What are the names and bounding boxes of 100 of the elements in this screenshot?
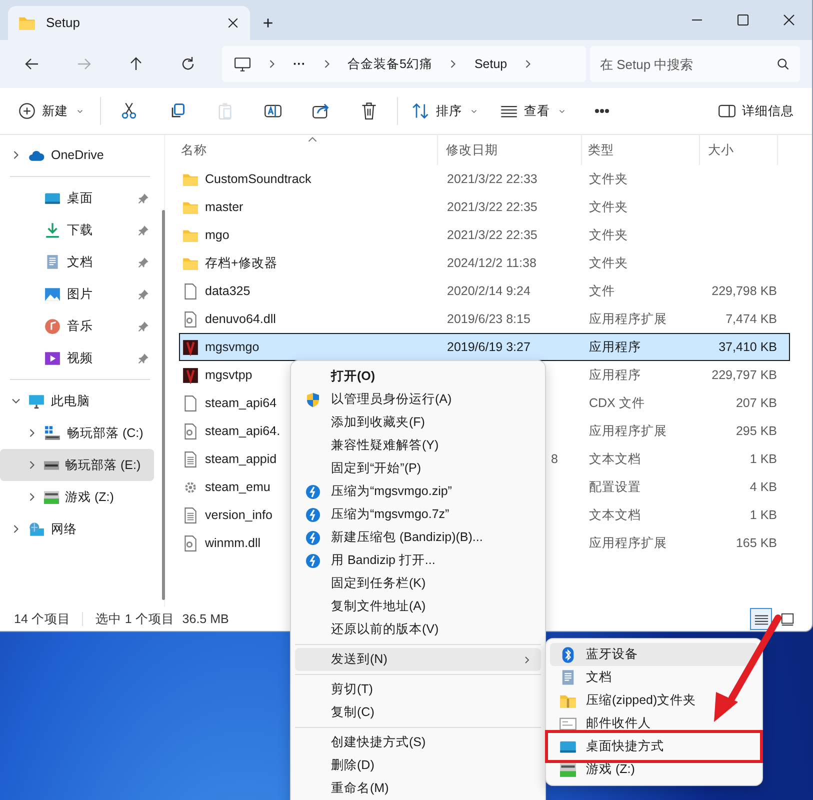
drive-icon	[44, 460, 59, 470]
sidebar-item[interactable]: 畅玩部落 (E:)	[0, 449, 154, 481]
back-icon[interactable]	[24, 56, 40, 72]
menu-item[interactable]: 游戏 (Z:)	[550, 758, 643, 781]
monitor-icon[interactable]	[234, 56, 251, 72]
menu-item[interactable]: 压缩为“mgsvmgo.zip”	[295, 480, 541, 503]
menu-item[interactable]: 发送到(N)	[295, 648, 541, 671]
file-type: CDX 文件	[589, 396, 645, 410]
search-icon	[776, 57, 790, 71]
file-type: 文本文档	[589, 452, 641, 466]
scrollbar-thumb[interactable]	[162, 210, 165, 600]
file-name: 存档+修改器	[205, 254, 278, 272]
up-arrow-icon[interactable]	[128, 56, 144, 72]
menu-item[interactable]: 复制(C)	[295, 701, 541, 724]
menu-item[interactable]: 压缩为“mgsvmgo.7z”	[295, 503, 541, 526]
menu-item[interactable]: 固定到任务栏(K)	[295, 572, 541, 595]
sort-button[interactable]: 排序	[402, 94, 490, 128]
file-size: 229,798 KB	[712, 284, 777, 298]
text-file-icon	[182, 506, 199, 524]
tiles-icon	[780, 612, 794, 626]
column-header[interactable]: 修改日期	[438, 135, 582, 165]
network-icon	[28, 520, 45, 538]
window-tab[interactable]: Setup	[8, 6, 250, 40]
menu-item[interactable]: 新建压缩包 (Bandizip)(B)...	[295, 526, 541, 549]
menu-item[interactable]: 删除(D)	[295, 754, 541, 777]
modified-date: 2019/6/23 8:15	[447, 312, 530, 326]
details-view-button[interactable]	[750, 608, 772, 630]
breadcrumb[interactable]: 合金装备5幻痛	[348, 54, 432, 74]
clipboard-icon	[216, 102, 234, 120]
file-size: 37,410 KB	[718, 340, 777, 354]
menu-item[interactable]: 文档	[550, 666, 620, 689]
tab-title: Setup	[46, 14, 81, 32]
file-name: mgsvmgo	[205, 338, 260, 356]
text-file-icon	[182, 450, 199, 468]
menu-item[interactable]: 邮件收件人	[550, 712, 659, 735]
close-icon[interactable]	[781, 12, 797, 28]
modified-date: 2019/6/19 3:27	[447, 340, 530, 354]
modified-date: 8	[551, 452, 558, 466]
app-icon	[182, 366, 199, 384]
sidebar-item[interactable]: 图片	[0, 278, 154, 310]
details-pane-icon	[718, 102, 736, 120]
plus-icon	[18, 102, 36, 120]
sidebar-item[interactable]: 下载	[0, 214, 154, 246]
file-type: 应用程序扩展	[589, 536, 667, 550]
close-icon[interactable]	[226, 16, 240, 30]
selected-file-row[interactable]: mgsvmgo 2019/6/19 3:27 应用程序 37,410 KB	[179, 333, 790, 361]
file-name: steam_appid	[205, 450, 277, 468]
details-button[interactable]: 详细信息	[708, 94, 804, 128]
column-header[interactable]: 名称	[179, 135, 438, 165]
menu-item[interactable]: 固定到“开始”(P)	[295, 457, 541, 480]
breadcrumb[interactable]: Setup	[474, 54, 508, 74]
menu-item[interactable]: 用 Bandizip 打开...	[295, 549, 541, 572]
menu-item[interactable]: 兼容性疑难解答(Y)	[295, 434, 541, 457]
maximize-icon[interactable]	[735, 12, 751, 28]
file-type: 文件	[589, 284, 615, 298]
breadcrumb-more[interactable]: ···	[293, 54, 306, 74]
file-name: steam_api64.	[205, 422, 280, 440]
lightning-icon	[305, 506, 321, 522]
modified-date: 2021/3/22 22:33	[447, 172, 538, 186]
menu-item[interactable]: 创建快捷方式(S)	[295, 731, 541, 754]
refresh-icon[interactable]	[180, 56, 196, 72]
search-field[interactable]: 在 Setup 中搜索	[590, 46, 800, 82]
menu-item[interactable]: 以管理员身份运行(A)	[295, 388, 541, 411]
file-size: 1 KB	[750, 452, 777, 466]
file-name: winmm.dll	[205, 534, 261, 552]
sidebar-item[interactable]: OneDrive	[0, 139, 154, 171]
view-button[interactable]: 查看	[490, 94, 578, 128]
menu-item[interactable]: 桌面快捷方式	[550, 735, 758, 758]
sidebar-item[interactable]: 桌面	[0, 182, 154, 214]
menu-item[interactable]: 蓝牙设备	[550, 643, 758, 666]
lightning-icon	[305, 530, 321, 546]
menu-item[interactable]: 还原以前的版本(V)	[295, 618, 541, 641]
column-header[interactable]: 大小	[700, 135, 778, 165]
new-button[interactable]: 新建	[8, 94, 96, 128]
menu-item[interactable]: 压缩(zipped)文件夹	[550, 689, 704, 712]
menu-item[interactable]: 打开(O)	[295, 365, 541, 388]
new-tab-button[interactable]: +	[250, 8, 286, 38]
file-icon	[182, 394, 199, 412]
menu-item[interactable]: 重命名(M)	[295, 777, 541, 800]
video-icon	[44, 350, 61, 366]
column-header[interactable]: 类型	[582, 135, 700, 165]
sidebar-item[interactable]: 游戏 (Z:)	[0, 481, 154, 513]
share-icon	[312, 102, 330, 120]
file-name: version_info	[205, 506, 272, 524]
sidebar-item[interactable]: 音乐	[0, 310, 154, 342]
sidebar-item[interactable]: 畅玩部落 (C:)	[0, 417, 154, 449]
file-type: 文件夹	[589, 256, 628, 270]
sidebar-item[interactable]: 文档	[0, 246, 154, 278]
menu-item[interactable]: 剪切(T)	[295, 678, 541, 701]
file-size: 295 KB	[736, 424, 777, 438]
menu-item[interactable]: 添加到收藏夹(F)	[295, 411, 541, 434]
monitor-icon	[28, 392, 45, 410]
sidebar-item[interactable]: 此电脑	[0, 385, 154, 417]
menu-item[interactable]: 复制文件地址(A)	[295, 595, 541, 618]
file-size: 165 KB	[736, 536, 777, 550]
sidebar-item[interactable]: 视频	[0, 342, 154, 374]
more-icon	[595, 109, 609, 113]
address-bar[interactable]: ··· 合金装备5幻痛 Setup	[222, 46, 586, 82]
file-name: steam_emu	[205, 478, 270, 496]
sidebar-item[interactable]: 网络	[0, 513, 154, 545]
